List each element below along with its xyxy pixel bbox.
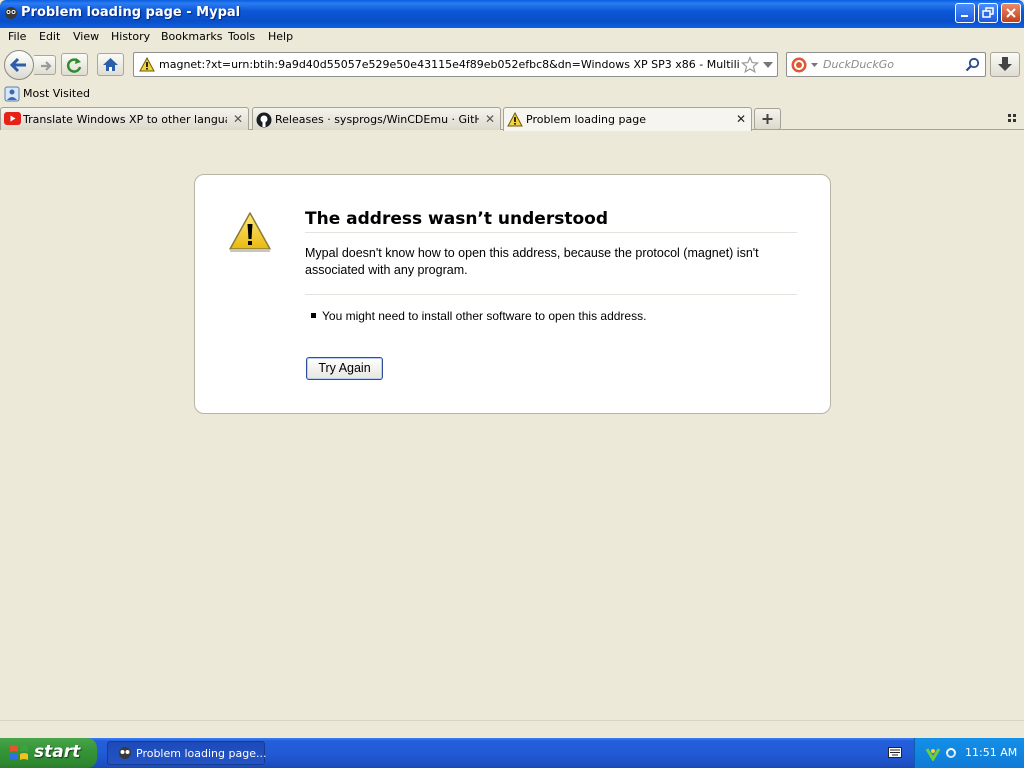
back-arrow-icon <box>9 57 26 73</box>
menu-bookmarks[interactable]: Bookmarks <box>161 30 222 43</box>
download-arrow-icon <box>998 57 1012 71</box>
title-bar: Problem loading page - Mypal <box>0 0 1024 28</box>
bullet <box>311 313 316 319</box>
home-button[interactable] <box>97 53 124 76</box>
suggestion-text: You might need to install other software… <box>322 309 647 323</box>
bookmarks-toolbar: Most Visited <box>0 83 1024 105</box>
search-icon[interactable] <box>965 57 980 72</box>
menu-bar: File Edit View History Bookmarks Tools H… <box>0 28 1024 47</box>
restore-icon <box>982 7 994 18</box>
back-button[interactable] <box>4 50 34 80</box>
sync-icon[interactable] <box>944 746 958 760</box>
chevron-down-icon[interactable] <box>811 63 818 67</box>
error-title: The address wasn’t understood <box>305 209 797 233</box>
bookmark-label: Most Visited <box>23 87 90 100</box>
window-title: Problem loading page - Mypal <box>21 5 241 20</box>
warning-icon <box>229 212 271 252</box>
search-bar[interactable]: DuckDuckGo <box>786 52 986 77</box>
reload-button[interactable] <box>61 53 88 76</box>
most-visited-icon <box>4 86 20 102</box>
minimize-icon <box>961 15 968 17</box>
start-label: start <box>34 742 81 762</box>
page-content: The address wasn’t understood Mypal does… <box>0 131 1024 720</box>
tab-github[interactable]: Releases · sysprogs/WinCDEmu · GitHub ✕ <box>252 107 501 130</box>
tab-close-icon[interactable]: ✕ <box>736 112 746 126</box>
divider <box>305 294 797 295</box>
warning-icon <box>507 112 523 127</box>
menu-view[interactable]: View <box>73 30 99 43</box>
taskbar: start Problem loading page... 11:51 AM <box>0 738 1024 768</box>
tab-label: Releases · sysprogs/WinCDEmu · GitHub <box>275 113 479 126</box>
suggestion-list-item: You might need to install other software… <box>311 309 646 323</box>
tab-label: Problem loading page <box>526 113 646 126</box>
navigation-toolbar: magnet:?xt=urn:btih:9a9d40d55057e529e50e… <box>0 47 1024 83</box>
windows-logo-icon <box>10 745 28 760</box>
start-button[interactable]: start <box>0 738 97 768</box>
tab-strip: Translate Windows XP to other language..… <box>0 105 1024 131</box>
reload-icon <box>66 58 82 73</box>
url-bar[interactable]: magnet:?xt=urn:btih:9a9d40d55057e529e50e… <box>133 52 778 77</box>
tab-youtube[interactable]: Translate Windows XP to other language..… <box>0 107 249 130</box>
tab-label: Translate Windows XP to other language..… <box>23 113 227 126</box>
new-tab-button[interactable] <box>754 108 781 130</box>
network-icon[interactable] <box>925 745 941 761</box>
menu-edit[interactable]: Edit <box>39 30 60 43</box>
tab-problem-loading[interactable]: Problem loading page ✕ <box>503 107 752 131</box>
try-again-button[interactable]: Try Again <box>306 357 383 380</box>
mypal-app-icon <box>119 747 131 759</box>
home-icon <box>103 58 118 71</box>
menu-help[interactable]: Help <box>268 30 293 43</box>
taskbar-item-label: Problem loading page... <box>136 747 267 760</box>
forward-arrow-icon <box>41 61 52 71</box>
list-all-tabs-icon[interactable] <box>1008 114 1018 124</box>
taskbar-item-mypal[interactable]: Problem loading page... <box>107 741 267 765</box>
tab-close-icon[interactable]: ✕ <box>485 112 495 126</box>
downloads-button[interactable] <box>990 52 1020 77</box>
tab-close-icon[interactable]: ✕ <box>233 112 243 126</box>
minimize-button[interactable] <box>955 3 975 23</box>
system-tray: 11:51 AM <box>914 738 1024 768</box>
menu-tools[interactable]: Tools <box>228 30 255 43</box>
mypal-app-icon <box>5 7 17 19</box>
chevron-down-icon[interactable] <box>763 62 773 68</box>
error-page-container: The address wasn’t understood Mypal does… <box>194 174 831 414</box>
bookmark-star-icon[interactable] <box>741 56 759 74</box>
search-placeholder[interactable]: DuckDuckGo <box>823 58 894 71</box>
menu-file[interactable]: File <box>8 30 26 43</box>
status-bar <box>0 720 1024 738</box>
duckduckgo-icon[interactable] <box>791 57 807 73</box>
warning-icon <box>139 57 155 72</box>
restore-button[interactable] <box>978 3 998 23</box>
github-icon <box>256 112 272 128</box>
forward-button[interactable] <box>34 55 56 75</box>
close-icon <box>1006 8 1016 18</box>
plus-icon <box>762 114 773 124</box>
youtube-icon <box>4 112 21 125</box>
error-description: Mypal doesn't know how to open this addr… <box>305 246 759 277</box>
close-button[interactable] <box>1001 3 1021 23</box>
url-text[interactable]: magnet:?xt=urn:btih:9a9d40d55057e529e50e… <box>159 58 739 71</box>
menu-history[interactable]: History <box>111 30 150 43</box>
keyboard-icon[interactable] <box>888 747 902 758</box>
clock: 11:51 AM <box>965 746 1018 759</box>
